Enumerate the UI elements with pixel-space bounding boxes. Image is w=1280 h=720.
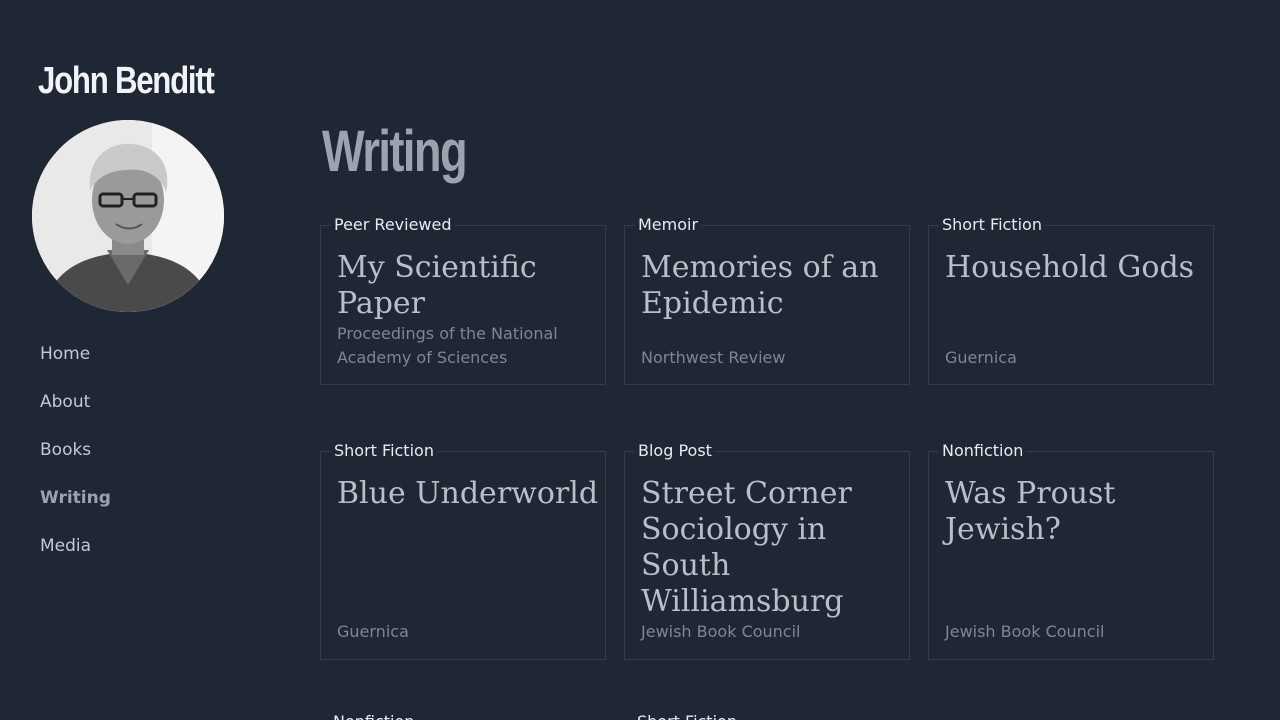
nav-indicator[interactable] [0,522,14,564]
card-publication: Jewish Book Council [945,622,1105,641]
writing-card[interactable]: Blog Post Street Corner Sociology in Sou… [624,441,910,660]
card-title[interactable]: Memories of an Epidemic [641,250,903,322]
card-category: Blog Post [635,441,715,460]
card-title[interactable]: My Scientific Paper [337,250,599,322]
page-title: Writing [322,119,468,184]
writing-card[interactable]: Short Fiction Blue Underworld Guernica [320,441,606,660]
card-publication: Northwest Review [641,348,786,367]
nav-about-link[interactable]: About [40,392,90,412]
card-category: Short Fiction [939,215,1045,234]
nav-home-link[interactable]: Home [40,344,90,364]
card-category: Peer Reviewed [331,215,455,234]
author-photo-icon [32,120,224,312]
card-title[interactable]: Street Corner Sociology in South William… [641,476,903,620]
card-title[interactable]: Was Proust Jewish? [945,476,1207,548]
nav-writing-link[interactable]: Writing [40,488,111,508]
card-title[interactable]: Blue Underworld [337,476,599,512]
nav-media-link[interactable]: Media [40,536,91,556]
nav-indicator[interactable] [0,427,14,471]
writing-card[interactable]: Short Fiction Household Gods Guernica [928,215,1214,385]
card-category: Memoir [635,215,702,234]
writing-card[interactable]: Memoir Memories of an Epidemic Northwest… [624,215,910,385]
card-category: Short Fiction [637,712,737,720]
card-title[interactable]: Household Gods [945,250,1207,286]
site-name[interactable]: John Benditt [38,60,215,103]
writing-card[interactable]: Nonfiction Was Proust Jewish? Jewish Boo… [928,441,1214,660]
card-publication: Jewish Book Council [641,622,801,641]
page: John Benditt Home About Books Writing Me… [0,0,1280,720]
writing-card[interactable]: Peer Reviewed My Scientific Paper Procee… [320,215,606,385]
card-publication: Guernica [945,348,1017,367]
sidebar-footer[interactable] [0,610,283,644]
card-publication: Guernica [337,622,409,641]
author-avatar [32,120,224,312]
card-category: Nonfiction [333,712,414,720]
card-category: Nonfiction [939,441,1027,460]
nav-indicator[interactable] [0,378,14,422]
card-category: Short Fiction [331,441,437,460]
nav-books-link[interactable]: Books [40,440,91,460]
card-publication: Proceedings of the National Academy of S… [337,324,558,367]
